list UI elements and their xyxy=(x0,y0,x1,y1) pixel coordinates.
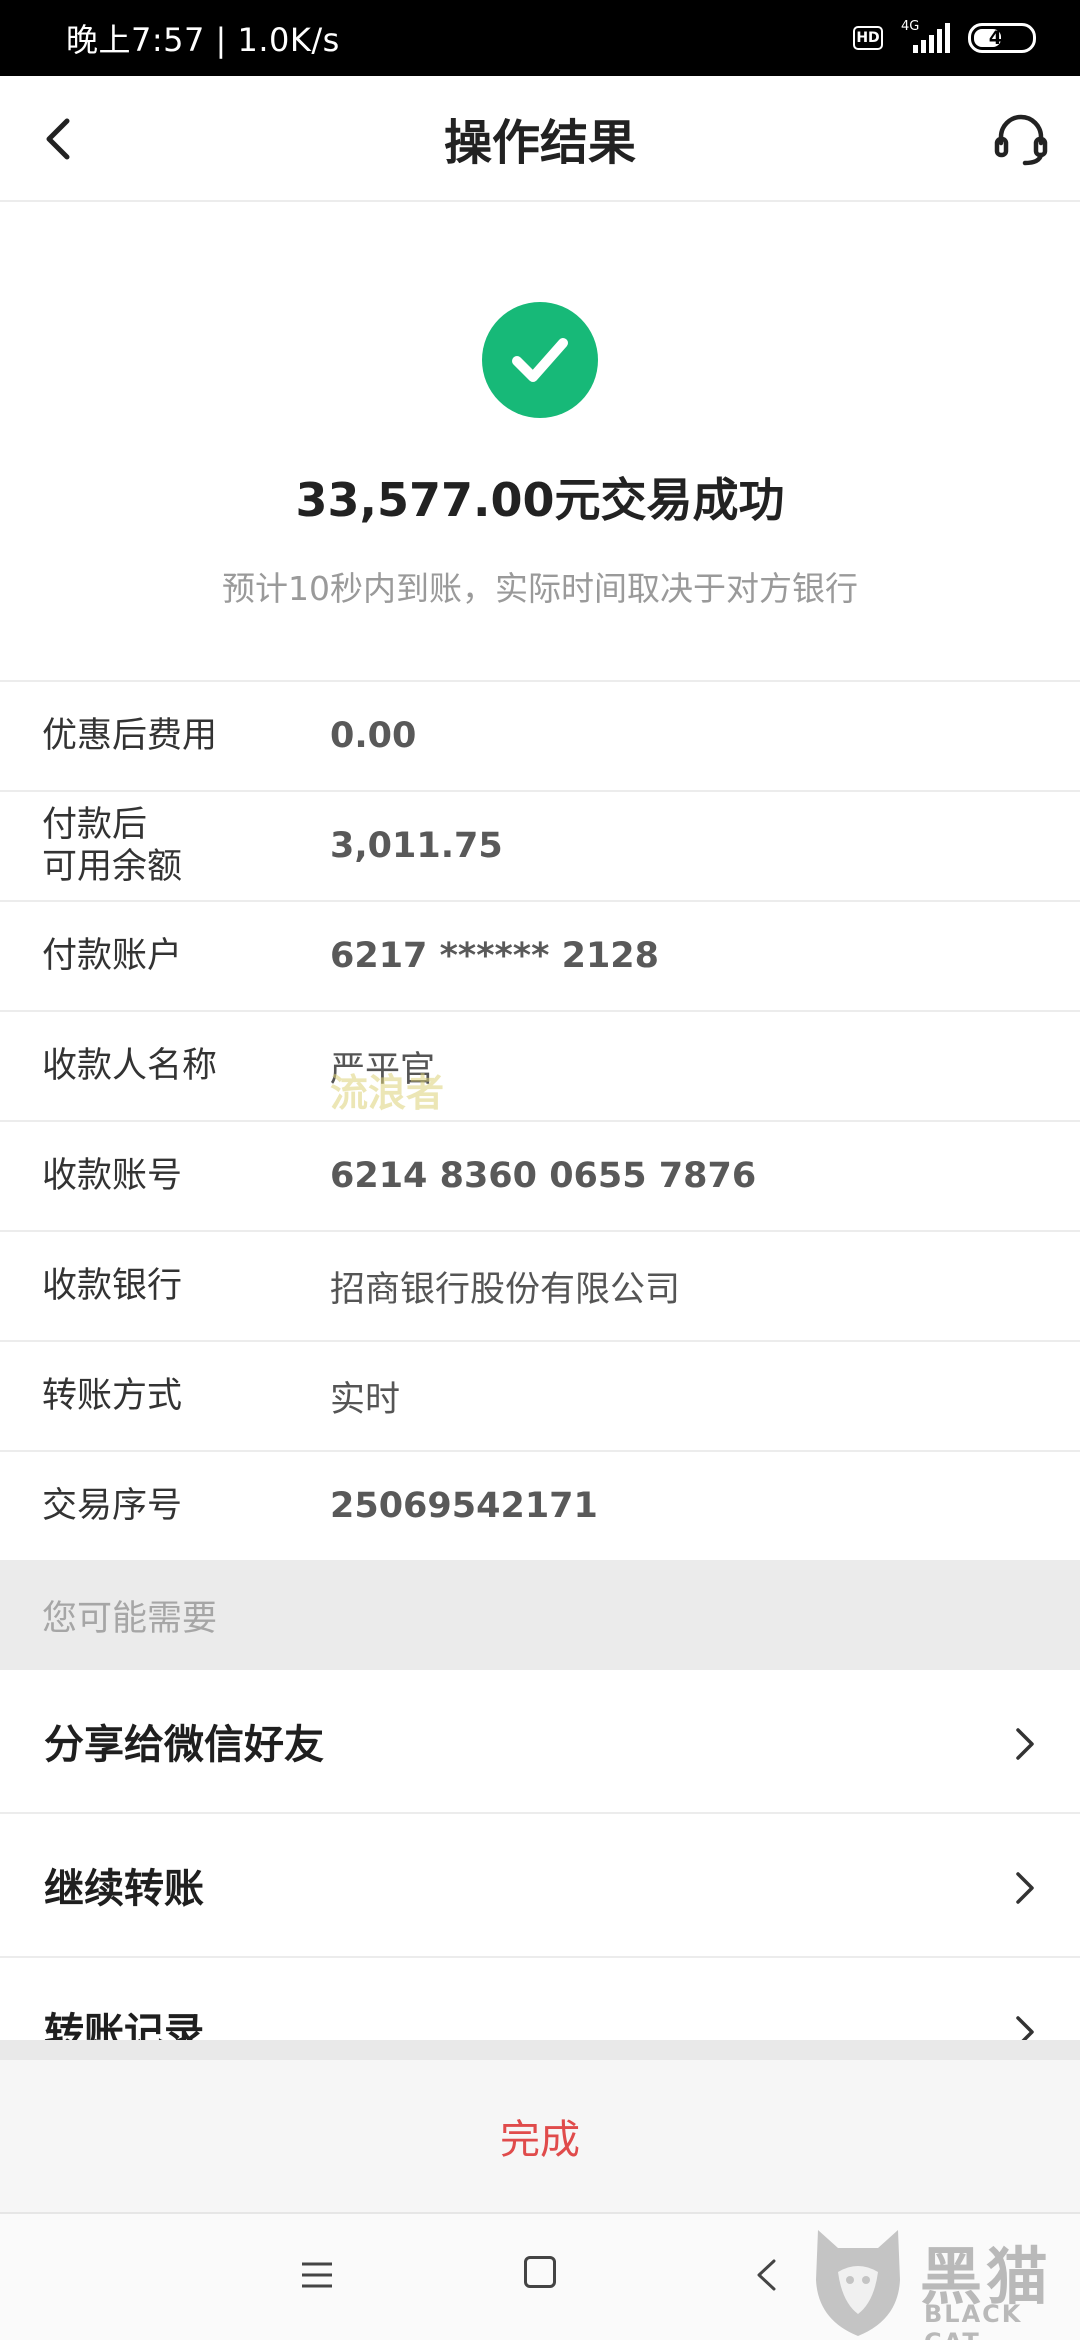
network-type: 4G xyxy=(901,19,920,34)
result-amount: 33,577.00元交易成功 xyxy=(295,473,785,527)
detail-row-payee-account: 收款账号 6214 8360 0655 7876 xyxy=(0,1122,1080,1232)
signal-icon: 4G xyxy=(901,19,950,53)
status-time: 晚上7:57 | 1.0K/s xyxy=(66,21,340,59)
cat-shield-icon xyxy=(816,2230,900,2336)
result-note: 预计10秒内到账，实际时间取决于对方银行 xyxy=(222,569,858,608)
status-icons: HD 4G 47 xyxy=(853,19,1036,53)
detail-value: 实时 xyxy=(330,1379,401,1420)
hd-icon: HD xyxy=(853,26,883,50)
detail-row-transfer-mode: 转账方式 实时 xyxy=(0,1342,1080,1452)
action-label: 分享给微信好友 xyxy=(44,1722,324,1768)
detail-value: 6217 ****** 2128 xyxy=(330,936,660,976)
done-button[interactable]: 完成 xyxy=(0,2040,1080,2212)
page-title: 操作结果 xyxy=(443,115,636,171)
chevron-left-icon xyxy=(46,118,70,160)
detail-label: 转账方式 xyxy=(42,1376,183,1416)
share-wechat-item[interactable]: 分享给微信好友 xyxy=(0,1670,1080,1814)
detail-label: 付款后 可用余额 xyxy=(42,805,183,887)
detail-row-payee-name: 收款人名称 严平官 流浪者 xyxy=(0,1012,1080,1122)
customer-service-button[interactable] xyxy=(988,106,1054,172)
detail-row-payer-account: 付款账户 6217 ****** 2128 xyxy=(0,902,1080,1012)
action-label: 转账记录 xyxy=(44,2010,204,2040)
action-label: 继续转账 xyxy=(44,1866,204,1912)
chevron-right-icon xyxy=(1016,1728,1034,1760)
header: 操作结果 xyxy=(0,76,1080,202)
suggestions-header: 您可能需要 xyxy=(0,1560,1080,1670)
detail-row-payee-bank: 收款银行 招商银行股份有限公司 xyxy=(0,1232,1080,1342)
headset-icon xyxy=(994,114,1048,166)
menu-icon[interactable] xyxy=(300,2260,334,2290)
detail-label: 交易序号 xyxy=(42,1486,183,1526)
detail-row-fee: 优惠后费用 0.00 xyxy=(0,682,1080,792)
detail-value: 0.00 xyxy=(330,716,417,756)
battery-icon: 47 xyxy=(968,23,1036,53)
detail-value: 6214 8360 0655 7876 xyxy=(330,1156,757,1196)
transfer-records-item[interactable]: 转账记录 xyxy=(0,1958,1080,2040)
back-triangle-icon[interactable] xyxy=(754,2258,778,2292)
transaction-details: 优惠后费用 0.00 付款后 可用余额 3,011.75 付款账户 6217 *… xyxy=(0,680,1080,1562)
done-label: 完成 xyxy=(500,2117,580,2163)
detail-row-serial-number: 交易序号 25069542171 xyxy=(0,1452,1080,1562)
detail-label: 收款账号 xyxy=(42,1156,183,1196)
black-cat-logo: 黑猫 BLACK CAT xyxy=(808,2218,1080,2340)
detail-label: 收款银行 xyxy=(42,1266,183,1306)
battery-level: 47 xyxy=(988,27,1016,49)
check-circle-icon xyxy=(482,302,598,418)
status-bar: 晚上7:57 | 1.0K/s HD 4G 47 xyxy=(0,0,1080,76)
chevron-right-icon xyxy=(1016,1872,1034,1904)
detail-label: 收款人名称 xyxy=(42,1046,218,1086)
home-square-icon[interactable] xyxy=(524,2256,556,2288)
detail-label: 付款账户 xyxy=(42,936,183,976)
watermark: 流浪者 xyxy=(330,1071,445,1115)
chevron-right-icon xyxy=(1016,2016,1034,2040)
back-button[interactable] xyxy=(28,109,88,169)
detail-row-balance: 付款后 可用余额 3,011.75 xyxy=(0,792,1080,902)
logo-subtext: BLACK CAT xyxy=(924,2300,1023,2340)
detail-label: 优惠后费用 xyxy=(42,716,218,756)
continue-transfer-item[interactable]: 继续转账 xyxy=(0,1814,1080,1958)
detail-value: 3,011.75 xyxy=(330,826,503,866)
result-section: 33,577.00元交易成功 预计10秒内到账，实际时间取决于对方银行 xyxy=(0,202,1080,680)
suggestions-list: 分享给微信好友 继续转账 转账记录 xyxy=(0,1670,1080,2040)
detail-value: 25069542171 xyxy=(330,1486,598,1526)
detail-value: 招商银行股份有限公司 xyxy=(330,1269,681,1310)
